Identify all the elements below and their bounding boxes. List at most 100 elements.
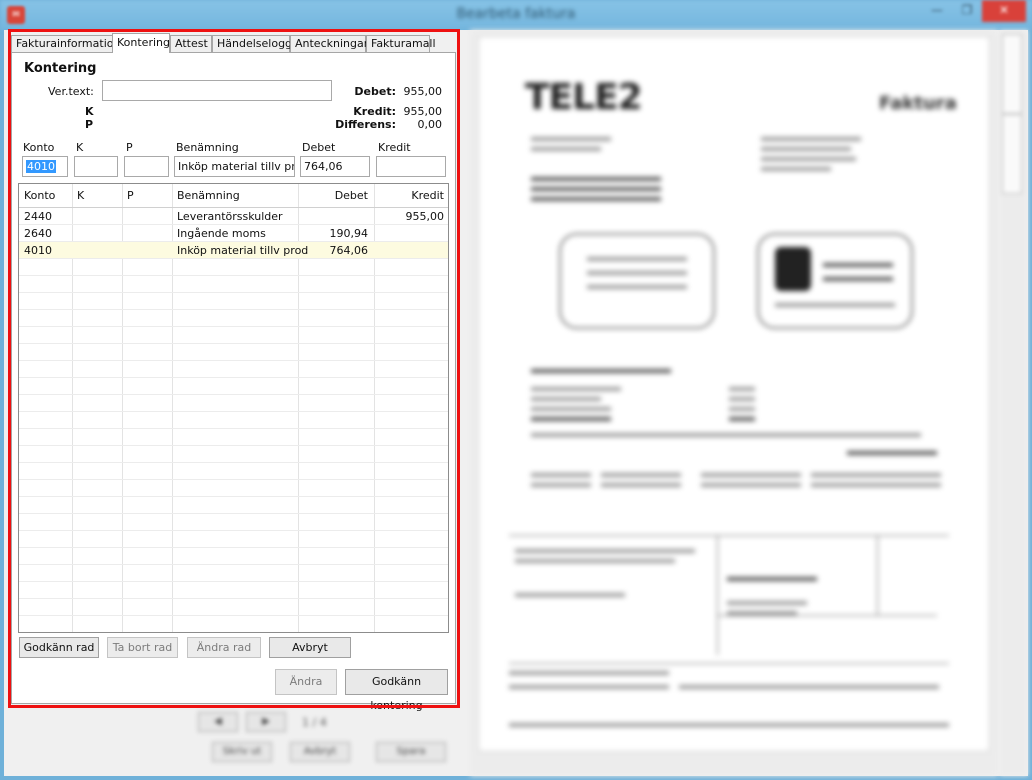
text-line [761,167,831,171]
empty-row [19,259,448,276]
p-input[interactable] [124,156,169,177]
text-line [729,417,755,421]
footer-controls: ◀ ▶ 1 / 4 Skriv ut Avbryt Spara [190,708,460,772]
entry-debet-label: Debet [302,141,336,154]
k-summary-label: K [85,105,94,118]
kontering-grid[interactable]: Konto K P Benämning Debet Kredit 2440 Le… [18,183,449,633]
kredit-input[interactable] [376,156,446,177]
invoice-page: TELE2 Faktura [478,36,990,752]
empty-row [19,361,448,378]
minimize-button[interactable]: — [922,0,952,22]
table-row[interactable]: 2640 Ingående moms 190,94 [19,225,448,242]
kredit-summary-label: Kredit: [353,105,396,118]
change-row-button[interactable]: Ändra rad [187,637,261,658]
form-rule [509,663,949,664]
text-line [531,473,591,477]
cell-debet: 190,94 [329,227,369,240]
form-rule [717,615,937,616]
text-line [601,473,681,477]
text-line [531,433,921,437]
grid-header-p[interactable]: P [127,189,134,202]
text-line [531,137,611,141]
invoice-logo: TELE2 [525,77,643,118]
cell-konto: 4010 [24,244,52,257]
text-line [811,483,941,487]
side-tab[interactable] [1002,114,1022,194]
text-line [727,601,807,605]
text-line [729,387,755,391]
text-line [587,285,687,289]
approve-row-button[interactable]: Godkänn rad [19,637,99,658]
text-line [531,417,611,421]
page-indicator: 1 / 4 [302,716,327,729]
grid-header-kredit[interactable]: Kredit [375,189,444,202]
kredit-summary-value: 955,00 [403,105,443,118]
invoice-preview[interactable]: TELE2 Faktura [470,30,998,776]
promo-bubble [559,233,715,329]
tab-fakturainformation[interactable]: Fakturainformation [11,35,120,52]
cell-konto: 2440 [24,210,52,223]
text-line [823,263,893,267]
empty-row [19,412,448,429]
maximize-button[interactable]: ❐ [952,0,982,22]
text-line [679,685,939,689]
text-line [587,271,687,275]
approve-kontering-button[interactable]: Godkänn kontering [345,669,448,712]
tab-kontering[interactable]: Kontering [112,33,170,53]
prev-page-button[interactable]: ◀ [198,712,238,732]
empty-row [19,514,448,531]
text-line [515,559,675,563]
table-row-selected[interactable]: 4010 Inköp material tillv prod 764,06 [19,242,448,259]
tab-attest[interactable]: Attest [170,35,212,52]
empty-row [19,310,448,327]
delete-row-button[interactable]: Ta bort rad [107,637,178,658]
vertext-label: Ver.text: [48,85,94,98]
entry-benamning-label: Benämning [176,141,239,154]
save-button[interactable]: Spara [376,742,446,762]
text-line [847,451,937,455]
side-tab[interactable] [1002,34,1022,114]
close-button[interactable]: ✕ [982,0,1026,22]
tab-handelselogg[interactable]: Händelselogg [212,35,292,52]
text-line [601,483,681,487]
konto-input[interactable]: 4010 [22,156,68,177]
text-line [761,157,856,161]
next-page-button[interactable]: ▶ [246,712,286,732]
tab-fakturamall[interactable]: Fakturamall [366,35,436,52]
section-heading: Kontering [24,61,97,76]
empty-row [19,565,448,582]
text-line [761,147,851,151]
vertext-input[interactable] [102,80,332,101]
grid-header-k[interactable]: K [77,189,84,202]
cancel-row-button[interactable]: Avbryt [269,637,351,658]
grid-header-konto[interactable]: Konto [24,189,55,202]
grid-header-benamning[interactable]: Benämning [177,189,240,202]
print-button[interactable]: Skriv ut [212,742,272,762]
invoice-heading: Faktura [879,93,957,114]
entry-konto-label: Konto [23,141,55,154]
differens-summary-value: 0,00 [417,118,443,131]
cell-benamning: Leverantörsskulder [177,210,283,223]
empty-row [19,378,448,395]
entry-p-label: P [126,141,133,154]
empty-row [19,599,448,616]
reach-for-change-icon [775,247,811,291]
grid-header: Konto K P Benämning Debet Kredit [19,184,448,208]
debet-input[interactable]: 764,06 [300,156,370,177]
benamning-input[interactable]: Inköp material tillv prod [174,156,295,177]
k-input[interactable] [74,156,118,177]
p-summary-label: P [85,118,94,131]
text-line [531,407,611,411]
cancel-button[interactable]: Avbryt [290,742,350,762]
text-line [531,483,591,487]
empty-row [19,497,448,514]
form-rule [509,535,949,536]
cell-konto: 2640 [24,227,52,240]
tab-anteckningar[interactable]: Anteckningar [290,35,368,52]
text-line [729,407,755,411]
text-line [531,397,601,401]
grid-header-debet[interactable]: Debet [299,189,368,202]
table-row[interactable]: 2440 Leverantörsskulder 955,00 [19,208,448,225]
text-line [531,387,621,391]
change-button[interactable]: Ändra [275,669,337,695]
